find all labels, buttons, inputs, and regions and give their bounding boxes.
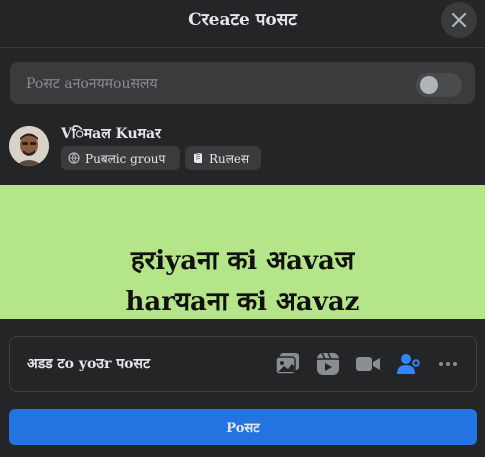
avatar (9, 126, 49, 166)
live-video-icon[interactable] (355, 351, 381, 377)
post-anonymously-toggle[interactable] (416, 73, 462, 97)
add-to-post-bar: अडड टo yoउr पoसट (9, 336, 477, 392)
dialog-title: Cरeaटe पoसट (188, 10, 297, 30)
audience-selector[interactable]: Puबलic grouप (61, 146, 180, 170)
more-icon[interactable] (435, 351, 461, 377)
photo-video-icon[interactable] (275, 351, 301, 377)
close-button[interactable] (441, 2, 477, 38)
banner-text-line-1: हरiyaना कi अavaज (130, 246, 355, 276)
user-name[interactable]: Vिमaल Kuमaर (61, 124, 161, 143)
banner-text-line-2: harयaना कi अavaz (125, 287, 360, 317)
rules-button[interactable]: Ruलeस (185, 146, 261, 170)
post-anonymously-row[interactable]: Poसट aनoनयमouसलय (10, 62, 475, 104)
close-icon (451, 12, 467, 28)
tag-people-icon[interactable] (395, 351, 421, 377)
toggle-knob (420, 76, 438, 94)
rules-book-icon (194, 153, 202, 163)
post-anonymously-label: Poसट aनoनयमouसलय (26, 76, 158, 92)
reel-icon[interactable] (315, 351, 341, 377)
dialog-header: Cरeaटe पoसट (0, 0, 485, 48)
audience-label: Puबलic grouप (85, 151, 166, 166)
post-button[interactable]: Poसट (9, 409, 477, 445)
rules-label: Ruलeस (209, 151, 250, 166)
globe-icon (68, 152, 80, 164)
post-text-banner[interactable]: हरiyaना कi अavaज harयaना कi अavaz (0, 185, 485, 319)
add-to-post-label: अडड टo yoउr पoसट (27, 356, 151, 372)
